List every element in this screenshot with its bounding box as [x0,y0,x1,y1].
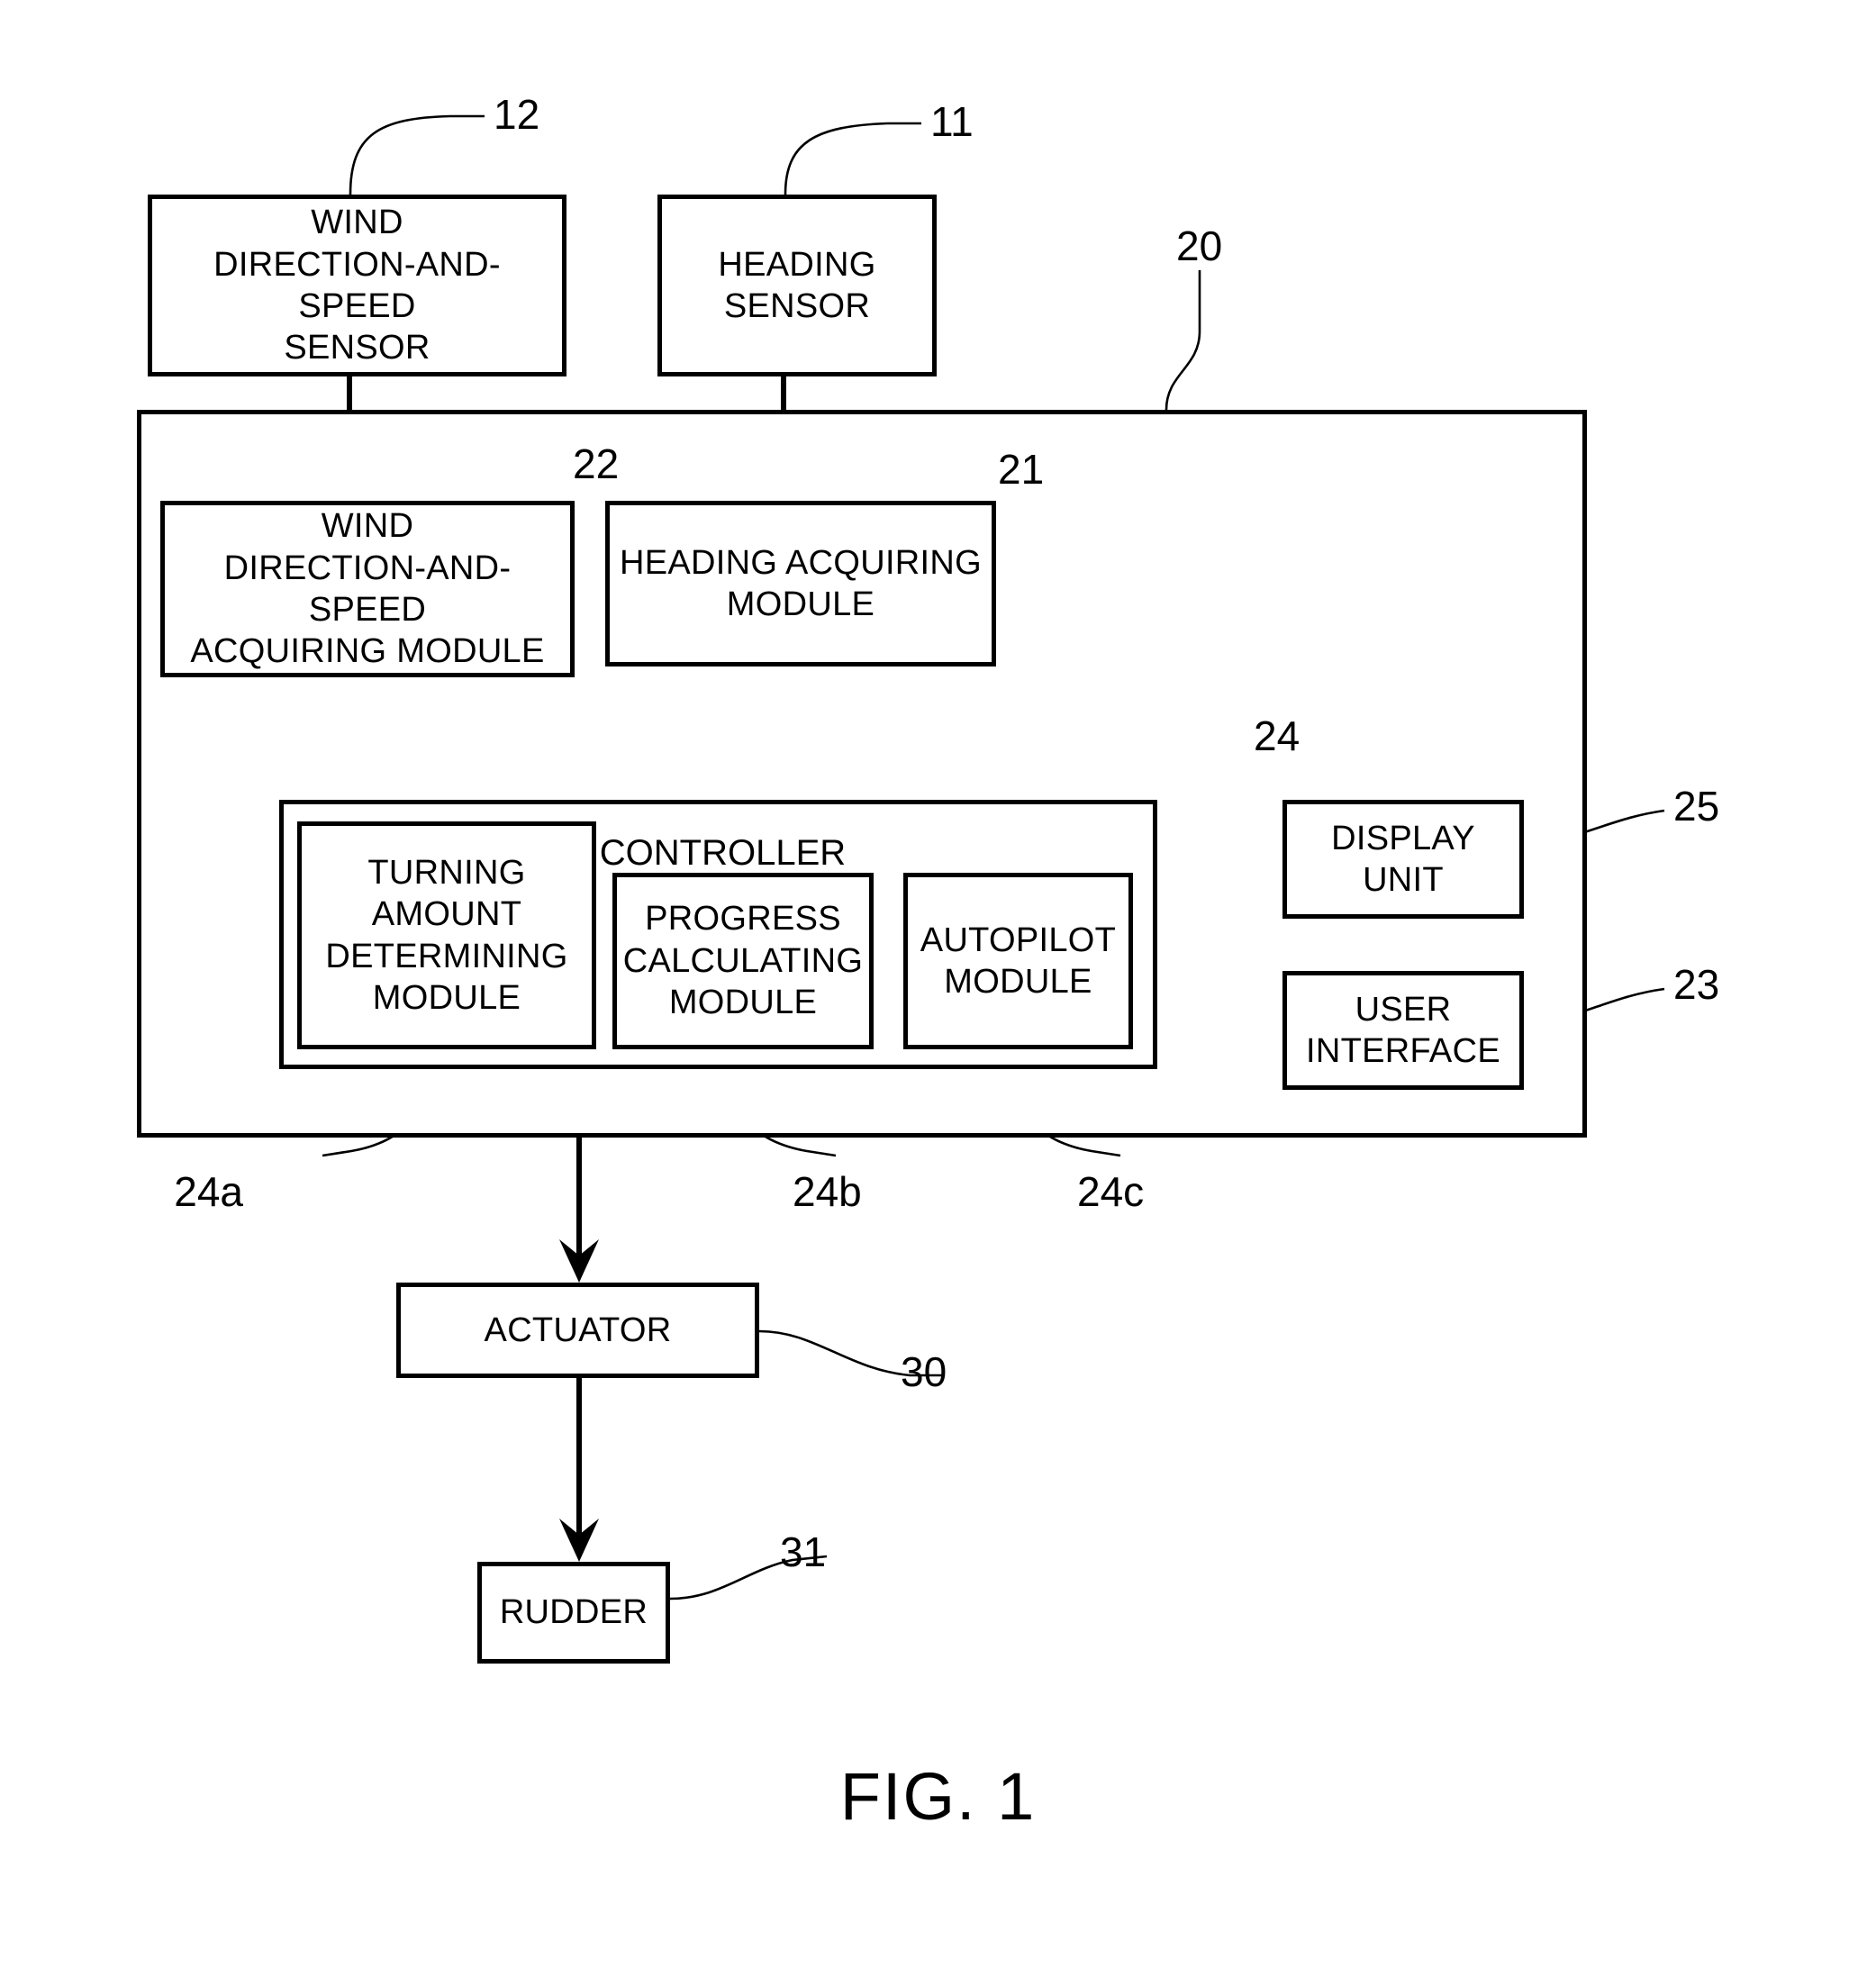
display-unit-block[interactable]: DISPLAY UNIT [1282,800,1524,919]
reference-numeral-31: 31 [780,1528,827,1575]
autopilot-module-block[interactable]: AUTOPILOT MODULE [903,873,1133,1049]
wind-direction-and-speed-acquiring-module-block[interactable]: WIND DIRECTION-AND-SPEED ACQUIRING MODUL… [160,501,575,677]
heading-acquiring-module-label: HEADING ACQUIRING MODULE [619,543,983,623]
patent-figure-canvas: WIND DIRECTION-AND-SPEED SENSOR HEADING … [0,0,1876,1986]
reference-numeral-20: 20 [1176,222,1223,269]
reference-numeral-23: 23 [1673,961,1720,1008]
heading-sensor-block[interactable]: HEADING SENSOR [657,195,937,376]
user-interface-block[interactable]: USER INTERFACE [1282,971,1524,1090]
figure-caption: FIG. 1 [839,1759,1037,1834]
wind-direction-and-speed-sensor-block[interactable]: WIND DIRECTION-AND-SPEED SENSOR [148,195,566,376]
reference-numeral-24b: 24b [793,1168,862,1215]
reference-numeral-30: 30 [901,1348,947,1395]
heading-sensor-label: HEADING SENSOR [718,245,876,325]
rudder-label: RUDDER [499,1593,648,1632]
rudder-block[interactable]: RUDDER [477,1562,670,1664]
wind-direction-and-speed-acquiring-module-label: WIND DIRECTION-AND-SPEED ACQUIRING MODUL… [190,507,545,671]
heading-acquiring-module-block[interactable]: HEADING ACQUIRING MODULE [605,501,996,667]
reference-numeral-22: 22 [573,440,620,487]
autopilot-module-label: AUTOPILOT MODULE [920,920,1117,1001]
turning-amount-determining-module-label: TURNING AMOUNT DETERMINING MODULE [325,853,568,1017]
actuator-block[interactable]: ACTUATOR [396,1283,759,1378]
reference-numeral-24a: 24a [174,1168,243,1215]
turning-amount-determining-module-block[interactable]: TURNING AMOUNT DETERMINING MODULE [297,821,596,1049]
user-interface-label: USER INTERFACE [1306,990,1500,1070]
progress-calculating-module-label: PROGRESS CALCULATING MODULE [622,900,864,1022]
reference-numeral-12: 12 [494,91,540,138]
wind-direction-and-speed-sensor-label: WIND DIRECTION-AND-SPEED SENSOR [213,204,501,367]
reference-numeral-25: 25 [1673,783,1720,830]
actuator-label: ACTUATOR [484,1310,672,1349]
reference-numeral-24: 24 [1254,712,1301,759]
progress-calculating-module-block[interactable]: PROGRESS CALCULATING MODULE [612,873,874,1049]
reference-numeral-11: 11 [930,98,974,145]
reference-numeral-21: 21 [998,446,1045,493]
display-unit-label: DISPLAY UNIT [1331,819,1475,899]
reference-numeral-24c: 24c [1077,1168,1145,1215]
